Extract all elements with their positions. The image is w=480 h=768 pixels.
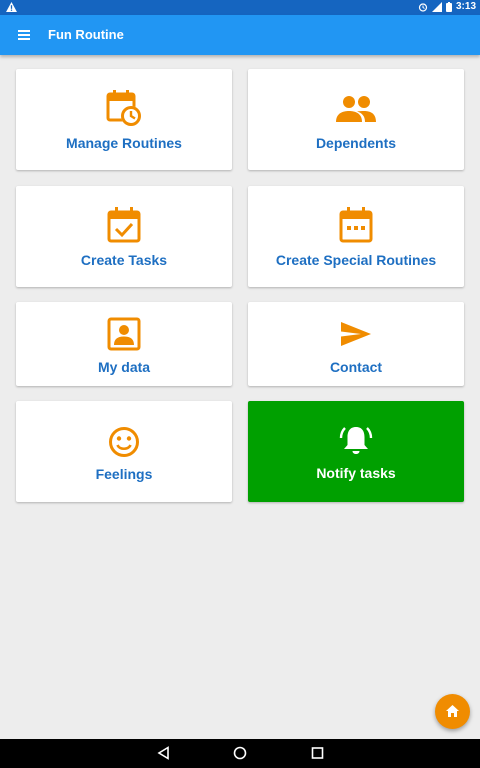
- my-data-card[interactable]: My data: [16, 302, 232, 386]
- my-data-label: My data: [97, 359, 151, 375]
- menu-icon[interactable]: [16, 27, 32, 43]
- calendar-clock-icon: [106, 90, 141, 126]
- account-box-icon: [107, 317, 141, 351]
- home-icon: [446, 705, 459, 717]
- notify-tasks-label: Notify tasks: [316, 465, 396, 481]
- home-circle-icon[interactable]: [233, 746, 247, 760]
- alarm-icon: [418, 2, 428, 12]
- feelings-label: Feelings: [95, 466, 153, 482]
- create-tasks-card[interactable]: Create Tasks: [16, 186, 232, 287]
- contact-label: Contact: [329, 359, 383, 375]
- home-fab-button[interactable]: [435, 694, 470, 729]
- calendar-check-icon: [107, 207, 141, 243]
- calendar-dots-icon: [339, 207, 373, 243]
- create-special-routines-label: Create Special Routines: [275, 252, 437, 268]
- bell-ringing-icon: [339, 427, 373, 454]
- recents-icon[interactable]: [311, 746, 324, 760]
- manage-routines-card[interactable]: Manage Routines: [16, 69, 232, 170]
- contact-card[interactable]: Contact: [248, 302, 464, 386]
- back-icon[interactable]: [157, 746, 170, 760]
- dependents-label: Dependents: [315, 135, 397, 151]
- dependents-card[interactable]: Dependents: [248, 69, 464, 170]
- system-nav-bar: [0, 739, 480, 768]
- page-title: Fun Routine: [48, 27, 124, 42]
- feelings-card[interactable]: Feelings: [16, 401, 232, 502]
- smiley-icon: [109, 427, 139, 457]
- status-bar: 3:13: [0, 0, 480, 15]
- create-tasks-label: Create Tasks: [80, 252, 168, 268]
- manage-routines-label: Manage Routines: [66, 135, 182, 151]
- create-special-routines-card[interactable]: Create Special Routines: [248, 186, 464, 287]
- notify-tasks-card[interactable]: Notify tasks: [248, 401, 464, 502]
- app-bar: Fun Routine: [0, 15, 480, 55]
- status-time: 3:13: [455, 1, 476, 12]
- people-icon: [336, 96, 376, 122]
- signal-icon: [431, 1, 442, 12]
- warning-icon: [6, 2, 17, 12]
- send-icon: [341, 322, 371, 346]
- battery-icon: [445, 1, 452, 12]
